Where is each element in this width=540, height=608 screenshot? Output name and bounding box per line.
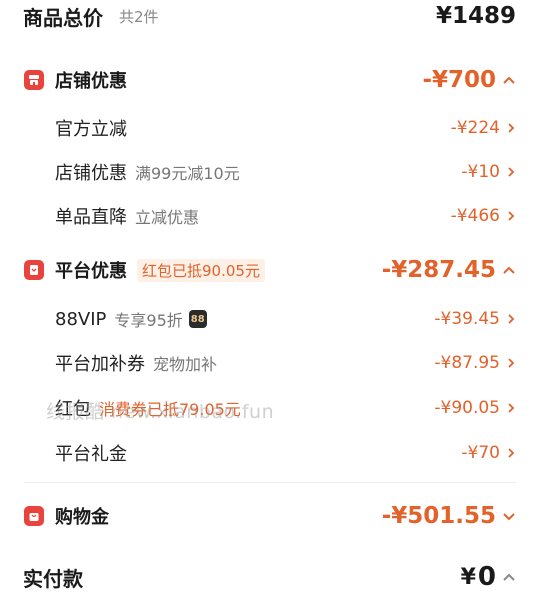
divider bbox=[24, 482, 516, 483]
chevron-up-icon bbox=[503, 573, 515, 581]
platform-item-amount: -¥39.45 bbox=[434, 309, 500, 329]
shop-item-store[interactable]: 店铺优惠 满99元减10元 -¥10 bbox=[0, 156, 540, 188]
platform-item-amount: -¥70 bbox=[461, 443, 500, 463]
shop-item-amount: -¥10 bbox=[461, 162, 500, 182]
total-title: 商品总价 bbox=[23, 5, 103, 30]
platform-item-label: 平台礼金 bbox=[55, 444, 127, 465]
platform-item-subsidy[interactable]: 平台加补券 宠物加补 -¥87.95 bbox=[0, 347, 540, 379]
platform-item-red-packet[interactable]: 红包 消费券已抵79.05元 -¥90.05 bbox=[0, 392, 540, 424]
shop-item-amount: -¥466 bbox=[450, 206, 500, 226]
platform-coupon-icon bbox=[24, 260, 44, 280]
platform-discount-title: 平台优惠 bbox=[55, 261, 127, 282]
chevron-down-icon bbox=[503, 513, 515, 521]
vip-88-icon: 88 bbox=[188, 310, 207, 328]
chevron-right-icon bbox=[508, 314, 515, 324]
platform-item-note: 消费券已抵79.05元 bbox=[99, 400, 241, 419]
platform-item-label: 红包 bbox=[55, 399, 91, 420]
total-row: 商品总价 共2件 ¥1489 bbox=[0, 0, 540, 32]
platform-item-amount: -¥87.95 bbox=[434, 353, 500, 373]
platform-item-label: 平台加补券 bbox=[55, 354, 145, 375]
shop-icon bbox=[24, 70, 44, 90]
platform-item-note: 专享95折 bbox=[114, 311, 183, 330]
platform-item-label: 88VIP bbox=[55, 308, 107, 330]
payment-currency: ¥ bbox=[460, 564, 476, 590]
shop-item-note: 立减优惠 bbox=[135, 208, 200, 227]
shop-item-label: 官方立减 bbox=[55, 119, 127, 140]
platform-item-note: 宠物加补 bbox=[153, 355, 218, 374]
shop-item-direct[interactable]: 单品直降 立减优惠 -¥466 bbox=[0, 200, 540, 232]
chevron-right-icon bbox=[508, 167, 515, 177]
total-count: 共2件 bbox=[119, 7, 159, 26]
payment-title: 实付款 bbox=[23, 566, 83, 591]
chevron-right-icon bbox=[508, 403, 515, 413]
shop-item-amount: -¥224 bbox=[450, 118, 500, 138]
platform-item-88vip[interactable]: 88VIP 专享95折 88 -¥39.45 bbox=[0, 303, 540, 335]
payment-row[interactable]: 实付款 ¥ 0 bbox=[0, 560, 540, 594]
shop-discount-title: 店铺优惠 bbox=[55, 71, 127, 92]
chevron-up-icon bbox=[503, 266, 515, 274]
shop-discount-header[interactable]: 店铺优惠 -¥700 bbox=[0, 64, 540, 96]
shop-item-label: 店铺优惠 bbox=[55, 163, 127, 184]
platform-item-amount: -¥90.05 bbox=[434, 398, 500, 418]
chevron-right-icon bbox=[508, 123, 515, 133]
shop-item-label: 单品直降 bbox=[55, 207, 127, 228]
platform-discount-amount: -¥287.45 bbox=[381, 257, 496, 283]
platform-item-gift[interactable]: 平台礼金 -¥70 bbox=[0, 437, 540, 469]
chevron-up-icon bbox=[503, 76, 515, 84]
shopping-gold-title: 购物金 bbox=[55, 507, 109, 528]
shopping-gold-row[interactable]: 购物金 -¥501.55 bbox=[0, 500, 540, 532]
platform-discount-header[interactable]: 平台优惠 红包已抵90.05元 -¥287.45 bbox=[0, 254, 540, 286]
red-packet-badge: 红包已抵90.05元 bbox=[137, 258, 265, 282]
total-amount: ¥1489 bbox=[435, 3, 516, 29]
shop-item-official[interactable]: 官方立减 -¥224 bbox=[0, 112, 540, 144]
shop-item-note: 满99元减10元 bbox=[135, 164, 240, 183]
shop-discount-amount: -¥700 bbox=[422, 67, 496, 93]
shopping-gold-amount: -¥501.55 bbox=[381, 503, 496, 529]
chevron-right-icon bbox=[508, 211, 515, 221]
payment-amount: 0 bbox=[477, 562, 496, 592]
shopping-bag-icon bbox=[24, 506, 44, 526]
chevron-right-icon bbox=[508, 358, 515, 368]
chevron-right-icon bbox=[508, 448, 515, 458]
